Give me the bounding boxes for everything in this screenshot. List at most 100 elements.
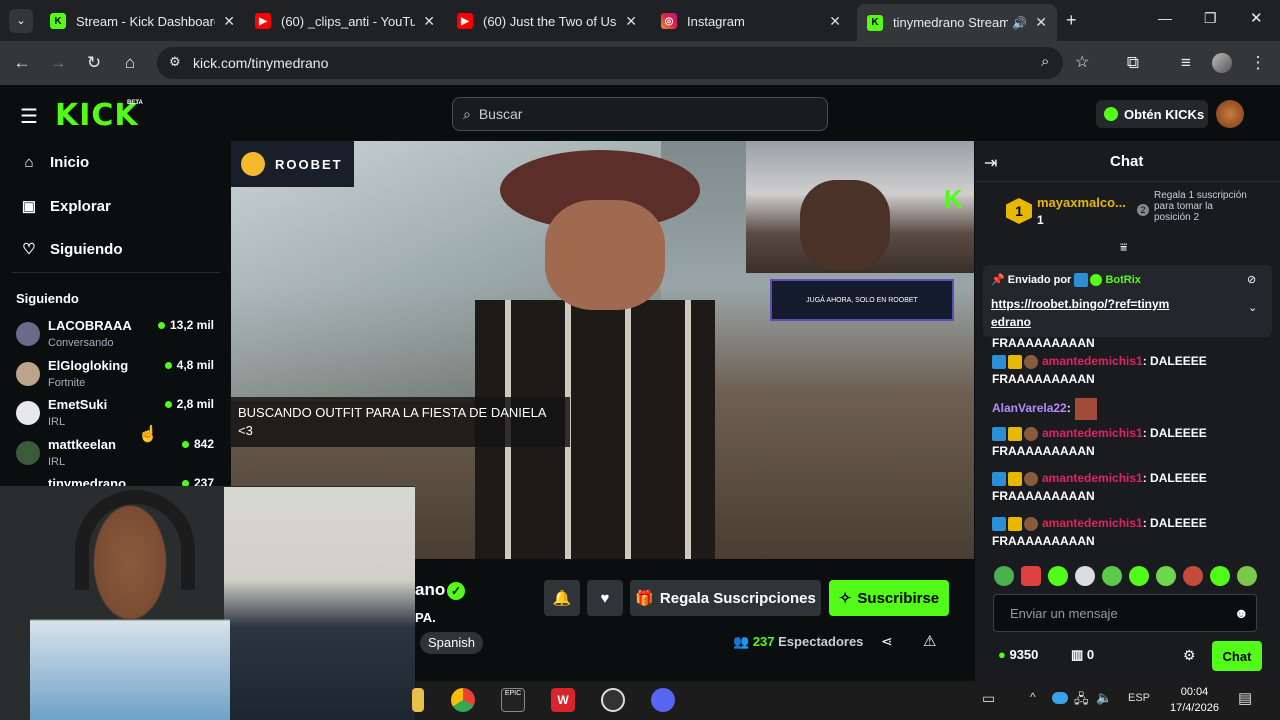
- bell-icon: 🔔: [552, 590, 572, 607]
- wps-office-icon[interactable]: W: [551, 688, 575, 712]
- crown-icon: [1008, 426, 1022, 441]
- roobet-link[interactable]: https://roobet.bingo/?ref=tinymedrano: [991, 295, 1171, 331]
- home-icon: ⌂: [24, 154, 34, 171]
- chrome-icon[interactable]: [451, 688, 475, 712]
- language-tag[interactable]: Spanish: [420, 632, 483, 654]
- site-info-icon[interactable]: ⚙: [169, 54, 181, 70]
- share-icon[interactable]: ⋖: [881, 633, 893, 650]
- tab-instagram[interactable]: ◎ Instagram ✕: [651, 6, 851, 36]
- emote-icon[interactable]: [1048, 566, 1068, 586]
- forward-button[interactable]: →: [46, 51, 70, 75]
- search-input[interactable]: ⌕ Buscar: [452, 97, 828, 131]
- top-gifter-name[interactable]: mayaxmalco...: [1037, 195, 1126, 210]
- send-chat-button[interactable]: Chat: [1212, 641, 1262, 671]
- chevron-down-icon[interactable]: ⌄: [1248, 301, 1257, 314]
- zoom-icon[interactable]: ⌕: [1041, 53, 1049, 70]
- emote-icon[interactable]: [1156, 566, 1176, 586]
- hide-eye-icon[interactable]: ⊘: [1247, 273, 1256, 286]
- restore-button[interactable]: ❐: [1204, 10, 1217, 27]
- extensions-icon[interactable]: ⧉: [1121, 51, 1145, 75]
- report-warning-icon[interactable]: ⚠: [923, 632, 936, 650]
- nav-inicio[interactable]: ⌂ Inicio: [20, 154, 89, 171]
- kicks-coin-icon: [1104, 107, 1118, 121]
- profile-avatar[interactable]: [1212, 53, 1232, 73]
- youtube-icon: ▶: [457, 13, 473, 29]
- heart-icon: ♡: [22, 241, 36, 258]
- collapse-chat-icon[interactable]: ⇥: [984, 153, 997, 173]
- back-button[interactable]: ←: [10, 51, 34, 75]
- following-item-mattkeelan[interactable]: mattkeelan IRL 842: [16, 437, 216, 475]
- close-icon[interactable]: ✕: [829, 13, 841, 30]
- onedrive-icon[interactable]: [1052, 692, 1068, 704]
- kicks-balance[interactable]: ● 9350: [998, 647, 1038, 662]
- tab-youtube-song[interactable]: ▶ (60) Just the Two of Us (fi ✕: [447, 6, 647, 36]
- close-icon[interactable]: ✕: [625, 13, 637, 30]
- emote-icon[interactable]: [1021, 566, 1041, 586]
- browser-menu-icon[interactable]: ⋮: [1246, 51, 1270, 75]
- tab-youtube-clips[interactable]: ▶ (60) _clips_anti - YouTube✕: [245, 6, 445, 36]
- nav-explorar[interactable]: ▣ Explorar: [20, 197, 111, 216]
- emote-icon[interactable]: [1237, 566, 1257, 586]
- subscribe-button[interactable]: ✧ Suscribirse: [829, 580, 949, 616]
- tab-tinymedrano[interactable]: K tinymedrano Stream 🔊 ✕: [857, 4, 1057, 41]
- input-language[interactable]: ESP: [1128, 692, 1150, 704]
- emote-icon[interactable]: [1075, 566, 1095, 586]
- badge-icon: [992, 471, 1006, 486]
- gift-subs-button[interactable]: 🎁 Regala Suscripciones: [630, 580, 821, 616]
- avatar: [16, 441, 40, 465]
- media-control-icon[interactable]: ≡: [1174, 51, 1198, 75]
- reload-button[interactable]: ↻: [82, 51, 106, 75]
- kick-watermark-icon: K: [944, 184, 963, 214]
- minimize-button[interactable]: —: [1158, 10, 1172, 26]
- following-item-emetsuki[interactable]: EmetSuki IRL 2,8 mil: [16, 397, 216, 435]
- system-clock[interactable]: 00:04 17/4/2026: [1170, 684, 1219, 716]
- hamburger-menu-icon[interactable]: ☰: [20, 104, 38, 129]
- tray-expand-icon[interactable]: ^: [1030, 690, 1036, 704]
- taskview-icon[interactable]: ▭: [982, 690, 995, 707]
- gift-counter[interactable]: ▥ 0: [1071, 647, 1094, 663]
- get-kicks-button[interactable]: Obtén KICKs: [1096, 100, 1208, 128]
- home-button[interactable]: ⌂: [118, 51, 142, 75]
- top-gifter-count: 1: [1037, 213, 1044, 227]
- sponsor-badge: ROOBET: [231, 141, 354, 187]
- epic-games-icon[interactable]: EPIC: [501, 688, 525, 712]
- close-icon[interactable]: ✕: [423, 13, 435, 30]
- chat-message-input[interactable]: Enviar un mensaje ☻: [993, 594, 1257, 632]
- nav-siguiendo[interactable]: ♡ Siguiendo: [20, 240, 122, 259]
- crown-icon: [1008, 471, 1022, 486]
- gift-icon: 🎁: [635, 590, 654, 607]
- following-item-elglogloking[interactable]: ElGlogloking Fortnite 4,8 mil: [16, 358, 216, 396]
- tab-kick-dashboard[interactable]: K Stream - Kick Dashboard ✕: [40, 6, 245, 36]
- following-item-lacobraaa[interactable]: LACOBRAAA Conversando 13,2 mil: [16, 318, 216, 356]
- window-close-button[interactable]: ✕: [1250, 9, 1263, 27]
- gift-prompt: Regala 1 suscripción para tomar la posic…: [1154, 190, 1247, 223]
- obs-icon[interactable]: [601, 688, 625, 712]
- moderator-badge-icon: [1074, 273, 1089, 288]
- close-icon[interactable]: ✕: [1035, 14, 1047, 31]
- speaker-icon[interactable]: 🔊: [1012, 16, 1027, 30]
- emote-icon[interactable]: [1210, 566, 1230, 586]
- network-icon[interactable]: 🖧: [1074, 690, 1089, 712]
- follow-heart-button[interactable]: ♥: [587, 580, 623, 616]
- chat-settings-gear-icon[interactable]: ⚙: [1183, 647, 1196, 664]
- emote-icon[interactable]: [1129, 566, 1149, 586]
- following-item-tinymedrano[interactable]: tinymedrano 237: [16, 476, 216, 486]
- tab-search-button[interactable]: ⌄: [9, 9, 33, 33]
- emote-icon[interactable]: [994, 566, 1014, 586]
- volume-icon[interactable]: 🔈: [1096, 690, 1112, 706]
- close-icon[interactable]: ✕: [223, 13, 235, 30]
- bookmark-star-icon[interactable]: ☆: [1075, 52, 1089, 72]
- emote-icon[interactable]: [1102, 566, 1122, 586]
- streamer-name[interactable]: ano: [415, 580, 445, 600]
- new-tab-button[interactable]: +: [1066, 10, 1077, 31]
- emote-icon: [1024, 471, 1038, 486]
- pin-toggle-icon[interactable]: ⩸: [1120, 240, 1127, 255]
- discord-icon[interactable]: [651, 688, 675, 712]
- emoji-icon[interactable]: ☻: [1234, 605, 1249, 621]
- notifications-icon[interactable]: ▤: [1238, 689, 1252, 707]
- file-explorer-icon[interactable]: [412, 688, 424, 712]
- notification-bell-button[interactable]: 🔔: [544, 580, 580, 616]
- user-avatar[interactable]: [1216, 100, 1244, 128]
- emote-icon[interactable]: [1183, 566, 1203, 586]
- url-input[interactable]: ⚙ kick.com/tinymedrano ⌕ ☆: [157, 47, 1089, 79]
